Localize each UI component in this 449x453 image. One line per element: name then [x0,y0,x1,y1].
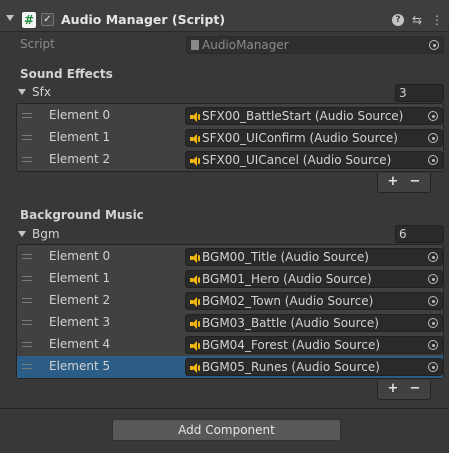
script-value: AudioManager [202,38,289,52]
object-picker-icon[interactable] [428,340,438,350]
list-item[interactable]: Element 4 BGM04_Forest (Audio Source) [17,334,443,356]
divider [0,408,449,409]
audio-source-icon [190,319,200,329]
audio-source-icon [190,253,200,263]
script-label: Script [20,37,55,51]
bgm-list: Element 0 BGM00_Title (Audio Source) Ele… [16,244,444,379]
audio-source-field[interactable]: BGM03_Battle (Audio Source) [185,314,443,332]
component-header: # ✓ Audio Manager (Script) ? ⇆ ⋮ [0,0,449,32]
audio-source-icon [190,112,200,122]
sfx-list-footer: + − [377,173,431,193]
element-label: Element 1 [49,271,111,285]
sfx-size-input[interactable]: 3 [395,84,444,102]
bgm-array-label[interactable]: Bgm [32,227,60,241]
drag-handle-icon[interactable] [22,254,32,259]
audio-source-value: BGM05_Runes (Audio Source) [202,360,380,374]
drag-handle-icon[interactable] [22,113,32,118]
object-picker-icon[interactable] [429,40,439,50]
audio-source-field[interactable]: BGM01_Hero (Audio Source) [185,270,443,288]
object-picker-icon[interactable] [428,111,438,121]
drag-handle-icon[interactable] [22,135,32,140]
audio-source-field[interactable]: BGM02_Town (Audio Source) [185,292,443,310]
component-title: Audio Manager (Script) [61,12,226,27]
audio-source-icon [190,134,200,144]
object-picker-icon[interactable] [428,362,438,372]
object-picker-icon[interactable] [428,296,438,306]
bgm-size-input[interactable]: 6 [395,225,444,243]
drag-handle-icon[interactable] [22,364,32,369]
object-picker-icon[interactable] [428,252,438,262]
audio-source-value: BGM03_Battle (Audio Source) [202,316,379,330]
audio-source-field[interactable]: BGM04_Forest (Audio Source) [185,336,443,354]
audio-source-field[interactable]: SFX00_UIConfirm (Audio Source) [185,129,443,147]
component-enabled-checkbox[interactable]: ✓ [41,13,54,26]
element-label: Element 0 [49,108,111,122]
object-picker-icon[interactable] [428,133,438,143]
drag-handle-icon[interactable] [22,276,32,281]
element-label: Element 2 [49,293,111,307]
element-label: Element 5 [49,359,111,373]
sfx-foldout-icon[interactable] [18,89,26,95]
audio-source-field[interactable]: SFX00_UICancel (Audio Source) [185,151,443,169]
audio-source-value: SFX00_UICancel (Audio Source) [202,153,392,167]
csharp-script-icon: # [22,12,36,28]
list-item[interactable]: Element 2 SFX00_UICancel (Audio Source) [17,149,443,171]
drag-handle-icon[interactable] [22,157,32,162]
audio-source-field[interactable]: SFX00_BattleStart (Audio Source) [185,107,443,125]
object-picker-icon[interactable] [428,274,438,284]
presets-icon[interactable]: ⇆ [410,12,424,28]
audio-source-value: BGM00_Title (Audio Source) [202,250,369,264]
bgm-foldout-icon[interactable] [18,231,26,237]
sfx-list: Element 0 SFX00_BattleStart (Audio Sourc… [16,103,444,172]
drag-handle-icon[interactable] [22,342,32,347]
list-item[interactable]: Element 1 SFX00_UIConfirm (Audio Source) [17,127,443,149]
audio-source-icon [190,156,200,166]
add-element-button[interactable]: + [383,381,403,397]
list-item[interactable]: Element 3 BGM03_Battle (Audio Source) [17,312,443,334]
drag-handle-icon[interactable] [22,298,32,303]
audio-source-icon [190,275,200,285]
list-item-selected[interactable]: Element 5 BGM05_Runes (Audio Source) [17,356,443,378]
audio-source-icon [190,297,200,307]
audio-source-value: BGM02_Town (Audio Source) [202,294,374,308]
object-picker-icon[interactable] [428,155,438,165]
audio-source-field[interactable]: BGM05_Runes (Audio Source) [185,358,443,376]
help-icon[interactable]: ? [392,14,404,26]
object-picker-icon[interactable] [428,318,438,328]
element-label: Element 2 [49,152,111,166]
remove-element-button[interactable]: − [405,174,425,190]
audio-source-value: BGM01_Hero (Audio Source) [202,272,372,286]
add-element-button[interactable]: + [383,174,403,190]
element-label: Element 3 [49,315,111,329]
element-label: Element 1 [49,130,111,144]
audio-source-value: SFX00_BattleStart (Audio Source) [202,109,404,123]
foldout-arrow-icon[interactable] [6,15,14,21]
remove-element-button[interactable]: − [405,381,425,397]
kebab-menu-icon[interactable]: ⋮ [430,12,444,28]
add-component-button[interactable]: Add Component [112,419,341,441]
sound-effects-header: Sound Effects [20,67,113,81]
list-item[interactable]: Element 0 BGM00_Title (Audio Source) [17,246,443,268]
background-music-header: Background Music [20,208,144,222]
list-item[interactable]: Element 0 SFX00_BattleStart (Audio Sourc… [17,105,443,127]
audio-source-field[interactable]: BGM00_Title (Audio Source) [185,248,443,266]
element-label: Element 4 [49,337,111,351]
list-item[interactable]: Element 1 BGM01_Hero (Audio Source) [17,268,443,290]
bgm-list-footer: + − [377,380,431,400]
sfx-array-label[interactable]: Sfx [32,85,51,99]
audio-source-icon [190,341,200,351]
script-field[interactable]: AudioManager [186,36,444,54]
audio-source-value: BGM04_Forest (Audio Source) [202,338,381,352]
element-label: Element 0 [49,249,111,263]
script-file-icon [191,40,199,50]
list-item[interactable]: Element 2 BGM02_Town (Audio Source) [17,290,443,312]
drag-handle-icon[interactable] [22,320,32,325]
audio-source-icon [190,363,200,373]
audio-source-value: SFX00_UIConfirm (Audio Source) [202,131,398,145]
